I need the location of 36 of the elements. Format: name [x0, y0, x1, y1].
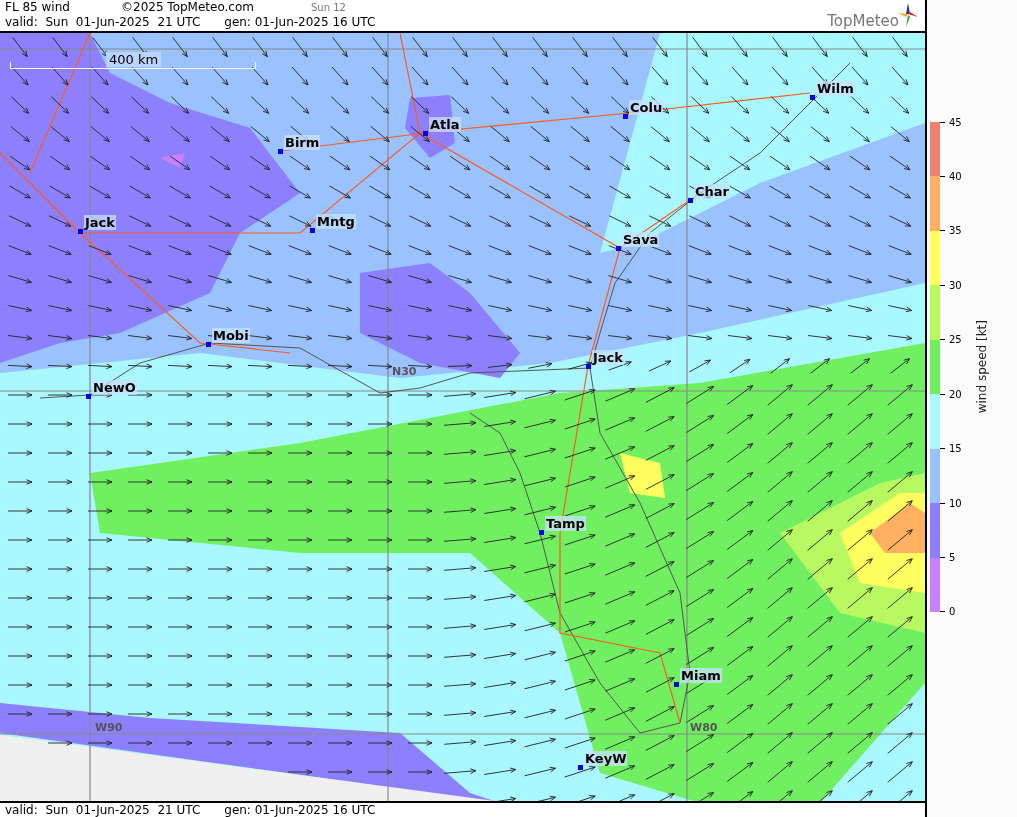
copyright-text: ©2025 TopMeteo.com	[121, 0, 255, 15]
city-marker-icon	[578, 764, 583, 770]
legend-tick-label: 5	[949, 552, 956, 563]
legend-tick-label: 0	[949, 606, 956, 618]
grid-line-label: W80	[690, 720, 718, 734]
city-marker-icon	[616, 245, 621, 251]
logo-text: TopMeteo	[827, 12, 899, 30]
legend-tick-label: 25	[949, 334, 962, 346]
run-label: Sun 12	[311, 1, 346, 15]
city-marker-icon	[623, 113, 628, 119]
legend-tick-label: 40	[949, 170, 962, 182]
map-title: FL 85 wind	[5, 0, 71, 15]
legend-tick-label: 35	[949, 225, 962, 237]
city-marker-icon	[539, 529, 544, 535]
legend-tick-label: 45	[949, 116, 962, 128]
generated-time: gen: 01-Jun-2025 16 UTC	[224, 15, 376, 30]
city-marker-icon	[310, 227, 315, 233]
city-marker-icon	[674, 681, 679, 687]
legend-tick-label: 30	[949, 279, 962, 291]
legend-tick-label: 20	[949, 388, 962, 400]
legend-tick-label: 15	[949, 443, 962, 455]
city-marker-icon	[688, 197, 693, 203]
legend-tick-label: 10	[949, 497, 962, 509]
legend-title: wind speed [kt]	[974, 320, 989, 414]
city-marker-icon	[86, 393, 91, 399]
city-marker-icon	[586, 363, 591, 369]
grid-line-label: W90	[95, 720, 123, 734]
city-marker-icon	[206, 341, 211, 347]
city-marker-icon	[278, 148, 283, 154]
grid-line-label: N30	[392, 364, 417, 378]
city-marker-icon	[423, 130, 428, 136]
valid-time: valid: Sun 01-Jun-2025 21 UTC	[5, 803, 201, 817]
city-marker-icon	[78, 228, 83, 234]
generated-time: gen: 01-Jun-2025 16 UTC	[224, 803, 376, 817]
valid-time: valid: Sun 01-Jun-2025 21 UTC	[5, 15, 201, 30]
city-marker-icon	[810, 94, 815, 100]
